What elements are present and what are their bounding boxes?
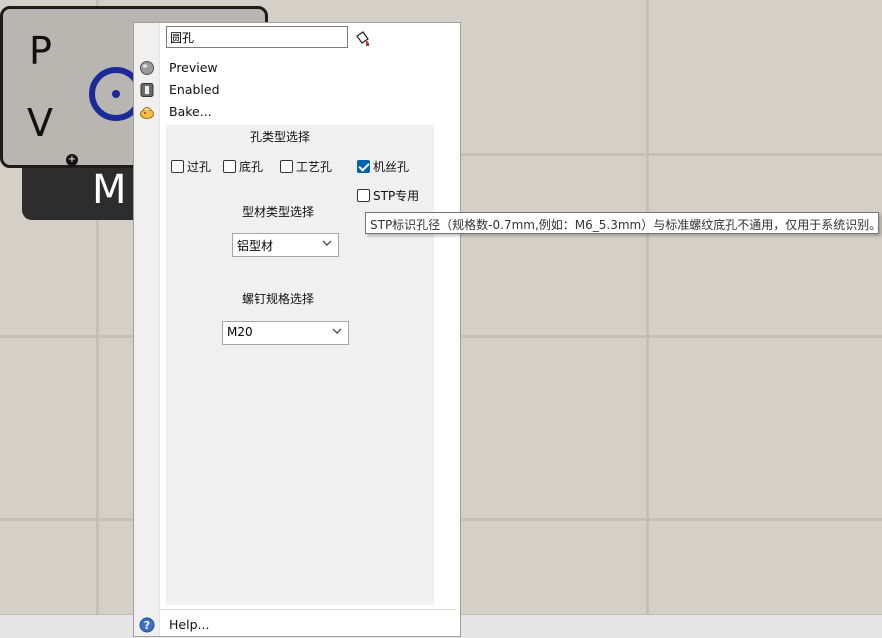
help-icon: ? — [139, 617, 155, 633]
output-param-m[interactable]: M — [92, 168, 127, 212]
chevron-down-icon — [332, 328, 342, 334]
stp-tooltip: STP标识孔径（规格数-0.7mm,例如：M6_5.3mm）与标准螺纹底孔不通用… — [365, 212, 881, 234]
bake-icon — [140, 107, 154, 119]
profile-type-title: 型材类型选择 — [242, 205, 315, 219]
paint-bucket-icon[interactable] — [354, 30, 372, 48]
screw-spec-title: 螺钉规格选择 — [242, 292, 315, 306]
profile-type-value: 铝型材 — [237, 239, 274, 253]
grid-line — [646, 0, 649, 614]
hole-type-label-stp[interactable]: STP专用 — [373, 187, 419, 204]
menu-item-help[interactable]: Help... — [169, 617, 209, 632]
component-name-input[interactable] — [166, 26, 348, 48]
hole-type-label-pilot[interactable]: 底孔 — [239, 158, 263, 175]
hole-type-checkbox-via[interactable] — [171, 160, 184, 173]
settings-panel: 孔类型选择 过孔 底孔 工艺孔 机丝孔 STP专用 型材类型选择 铝型材 螺钉规… — [166, 125, 434, 605]
input-param-v[interactable]: V — [27, 101, 53, 145]
chevron-down-icon — [322, 240, 332, 246]
screw-spec-dropdown[interactable]: M20 — [222, 321, 349, 345]
hole-type-checkbox-process[interactable] — [280, 160, 293, 173]
profile-type-dropdown[interactable]: 铝型材 — [232, 233, 339, 257]
hole-type-title: 孔类型选择 — [250, 130, 311, 144]
input-param-p[interactable]: P — [29, 29, 52, 73]
screw-spec-value: M20 — [227, 325, 253, 339]
context-menu: Preview Enabled Bake... 孔类型选择 过孔 底孔 工艺孔 … — [133, 22, 461, 637]
menu-item-bake[interactable]: Bake... — [169, 104, 212, 119]
menu-item-help-row[interactable]: ? Help... — [134, 613, 460, 637]
hole-type-checkbox-machine-thread[interactable] — [357, 160, 370, 173]
enabled-icon — [140, 83, 154, 97]
hole-type-label-via[interactable]: 过孔 — [187, 158, 211, 175]
svg-text:?: ? — [144, 619, 150, 632]
hole-type-checkbox-stp[interactable] — [357, 189, 370, 202]
menu-item-enabled[interactable]: Enabled — [169, 82, 220, 97]
hole-type-checkbox-pilot[interactable] — [223, 160, 236, 173]
menu-separator — [160, 609, 456, 610]
menu-item-preview[interactable]: Preview — [169, 60, 218, 75]
hole-type-label-process[interactable]: 工艺孔 — [296, 158, 332, 175]
add-param-icon[interactable]: + — [66, 154, 78, 166]
hole-type-label-machine-thread[interactable]: 机丝孔 — [373, 158, 409, 175]
preview-icon — [140, 61, 154, 75]
